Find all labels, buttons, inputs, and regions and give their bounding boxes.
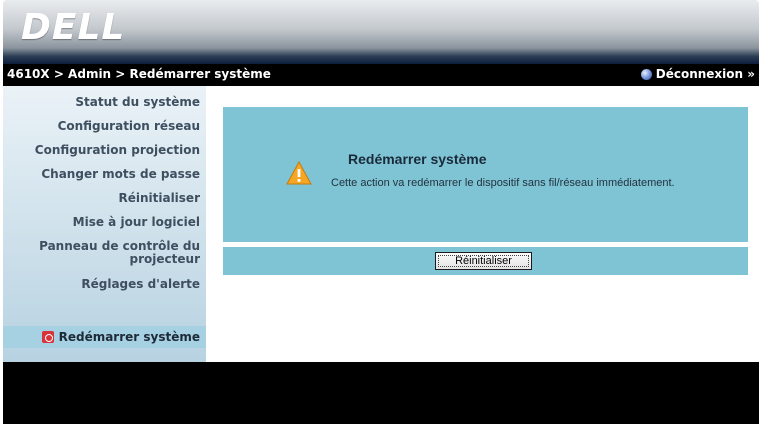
sidebar-item-network-config[interactable]: Configuration réseau xyxy=(58,120,200,133)
restart-panel: Redémarrer système Cette action va redém… xyxy=(223,107,748,242)
breadcrumb: 4610X > Admin > Redémarrer système xyxy=(7,67,271,81)
sidebar-item-system-status[interactable]: Statut du système xyxy=(75,96,200,109)
sidebar: Statut du système Configuration réseau C… xyxy=(3,86,206,362)
footer xyxy=(3,362,759,424)
logout-link[interactable]: Déconnexion » xyxy=(640,67,755,81)
page-title: Redémarrer système xyxy=(348,151,487,167)
sidebar-item-label: projecteur xyxy=(129,252,200,266)
power-icon xyxy=(41,331,54,343)
sidebar-item-reset[interactable]: Réinitialiser xyxy=(118,192,200,205)
sidebar-item-projector-control-panel[interactable]: Panneau de contrôle du projecteur xyxy=(39,240,200,266)
logout-label: Déconnexion » xyxy=(655,67,755,81)
sidebar-item-projection-config[interactable]: Configuration projection xyxy=(35,144,200,157)
header: DELL xyxy=(3,0,759,64)
sidebar-item-alert-settings[interactable]: Réglages d'alerte xyxy=(81,278,200,291)
button-row: Réinitialiser xyxy=(223,247,748,275)
sidebar-item-restart-system[interactable]: Redémarrer système xyxy=(3,326,206,348)
top-bar: 4610X > Admin > Redémarrer système Décon… xyxy=(3,64,759,86)
dell-logo: DELL xyxy=(21,7,126,48)
sidebar-item-change-password[interactable]: Changer mots de passe xyxy=(41,168,200,181)
restart-message: Cette action va redémarrer le dispositif… xyxy=(331,177,675,189)
warning-icon xyxy=(286,161,312,185)
sidebar-item-label: Redémarrer système xyxy=(58,330,200,344)
logout-icon xyxy=(640,68,652,80)
sidebar-item-firmware-update[interactable]: Mise à jour logiciel xyxy=(73,216,200,229)
reset-button[interactable]: Réinitialiser xyxy=(435,252,532,270)
